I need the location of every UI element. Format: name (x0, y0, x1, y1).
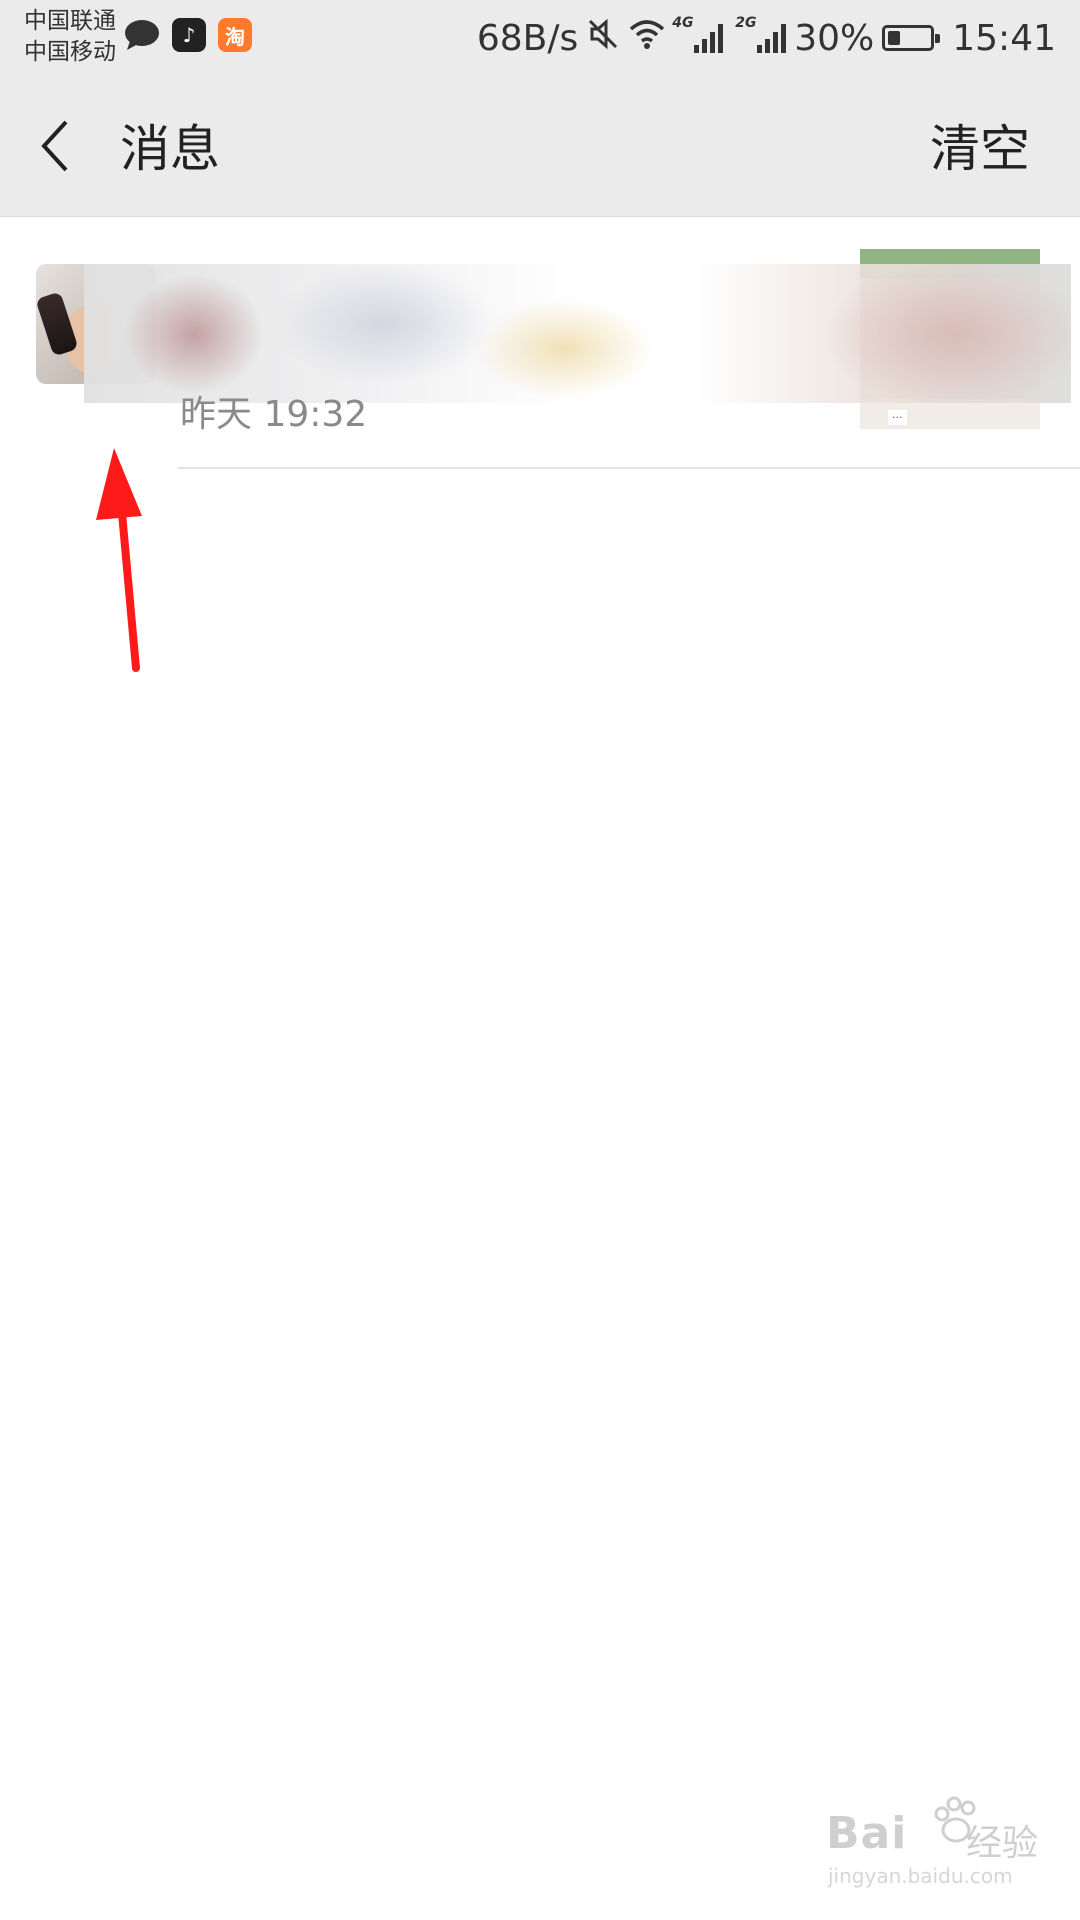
signal-4g-icon: 4G (672, 15, 724, 53)
carrier-1: 中国联通 (24, 8, 116, 34)
wifi-icon (628, 18, 666, 59)
baidu-watermark: Bai 经验 jingyan.baidu.com (826, 1796, 1046, 1900)
message-time: 昨天 19:32 (180, 394, 368, 435)
tiktok-icon: ♪ (172, 18, 206, 52)
list-divider (178, 467, 1080, 469)
clear-button[interactable]: 清空 (930, 116, 1030, 182)
message-list-item[interactable]: ··· 昨天 19:32 (0, 217, 1080, 469)
top-app-bar: 消息 清空 (0, 78, 1080, 217)
mute-icon (586, 17, 620, 60)
carrier-2: 中国移动 (24, 39, 116, 65)
network-type-1: 4G (672, 15, 694, 31)
watermark-url: jingyan.baidu.com (828, 1864, 1013, 1888)
chevron-left-icon (41, 120, 68, 172)
watermark-suffix: 经验 (966, 1823, 1039, 1864)
clock: 15:41 (952, 17, 1056, 59)
status-right: 68B/s 4G 2G 30% 15:41 (477, 12, 1056, 64)
network-type-2: 2G (735, 15, 757, 31)
carrier-info: 中国联通 中国移动 (24, 6, 116, 68)
back-button[interactable] (36, 116, 96, 186)
signal-2g-icon: 2G (735, 15, 787, 53)
battery-percent: 30% (794, 17, 875, 59)
notification-icons: ♪ 淘 (124, 18, 252, 52)
annotation-arrow (96, 448, 142, 672)
status-bar: 中国联通 中国移动 ♪ 淘 68B/s 4G 2G 30% 15:41 (0, 0, 1080, 78)
page-title: 消息 (120, 120, 220, 178)
taobao-icon: 淘 (218, 18, 252, 52)
net-speed: 68B/s (476, 17, 579, 59)
watermark-brand: Bai (826, 1808, 908, 1859)
blurred-message-content (84, 264, 1071, 403)
battery-icon (882, 25, 941, 51)
chat-bubble-icon (124, 19, 160, 51)
